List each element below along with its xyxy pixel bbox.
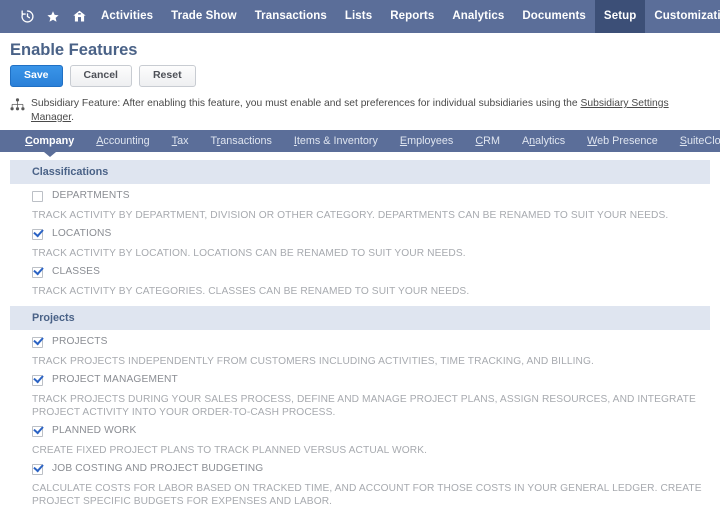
notice-text-after: . [71, 112, 74, 123]
feature-label-classes: CLASSES [52, 266, 101, 277]
top-navigation-bar: Activities Trade Show Transactions Lists… [0, 0, 720, 33]
subsidiary-notice: Subsidiary Feature: After enabling this … [0, 93, 720, 130]
feature-description-planned-work: CREATE FIXED PROJECT PLANS TO TRACK PLAN… [32, 445, 428, 456]
feature-classes: CLASSES TRACK ACTIVITY BY CATEGORIES. CL… [10, 260, 710, 298]
save-button[interactable]: Save [10, 65, 63, 87]
nav-item-reports[interactable]: Reports [381, 0, 443, 33]
checkbox-planned-work[interactable] [32, 425, 43, 437]
cancel-button[interactable]: Cancel [69, 65, 132, 87]
tab-items-inventory[interactable]: Items & Inventory [283, 130, 389, 152]
tab-transactions[interactable]: Transactions [199, 130, 282, 152]
feature-description-locations: TRACK ACTIVITY BY LOCATION. LOCATIONS CA… [32, 248, 466, 259]
star-icon[interactable] [40, 0, 66, 33]
feature-description-job-costing-and-project-budgeting: CALCULATE COSTS FOR LABOR BASED ON TRACK… [32, 483, 702, 507]
action-button-row: Save Cancel Reset [10, 65, 720, 93]
active-tab-pointer [44, 152, 56, 157]
subsidiary-notice-text: Subsidiary Feature: After enabling this … [31, 97, 710, 125]
home-icon[interactable] [66, 0, 92, 33]
nav-item-lists[interactable]: Lists [336, 0, 381, 33]
page-title: Enable Features [10, 41, 138, 59]
feature-project-management: PROJECT MANAGEMENT TRACK PROJECTS DURING… [10, 368, 710, 419]
section-header-projects: Projects [10, 306, 710, 330]
feature-projects: PROJECTS TRACK PROJECTS INDEPENDENTLY FR… [10, 330, 710, 368]
feature-description-project-management: TRACK PROJECTS DURING YOUR SALES PROCESS… [32, 394, 696, 418]
feature-planned-work: PLANNED WORK CREATE FIXED PROJECT PLANS … [10, 419, 710, 457]
feature-label-project-management: PROJECT MANAGEMENT [52, 374, 178, 385]
feature-locations: LOCATIONS TRACK ACTIVITY BY LOCATION. LO… [10, 222, 710, 260]
nav-item-customization[interactable]: Customization [645, 0, 720, 33]
nav-item-setup[interactable]: Setup [594, 0, 646, 33]
feature-label-departments: DEPARTMENTS [52, 190, 130, 201]
tab-tax[interactable]: Tax [161, 130, 200, 152]
tab-analytics[interactable]: Analytics [511, 130, 576, 152]
tab-accounting[interactable]: Accounting [85, 130, 160, 152]
feature-description-classes: TRACK ACTIVITY BY CATEGORIES. CLASSES CA… [32, 286, 470, 297]
feature-advanced-project-profitability: ADVANCED PROJECT PROFITABILITY PROJECT P… [10, 508, 710, 515]
nav-item-trade-show[interactable]: Trade Show [162, 0, 246, 33]
feature-description-projects: TRACK PROJECTS INDEPENDENTLY FROM CUSTOM… [32, 356, 594, 367]
tab-suitecloud[interactable]: SuiteCloud [669, 130, 720, 152]
tab-web-presence[interactable]: Web Presence [576, 130, 669, 152]
subtab-bar: Company Accounting Tax Transactions Item… [0, 130, 720, 157]
tab-employees[interactable]: Employees [389, 130, 464, 152]
history-icon[interactable] [14, 0, 40, 33]
feature-label-projects: PROJECTS [52, 336, 108, 347]
tab-company[interactable]: Company [14, 130, 85, 152]
feature-label-planned-work: PLANNED WORK [52, 425, 137, 436]
features-content: Classifications DEPARTMENTS TRACK ACTIVI… [0, 160, 720, 515]
subsidiary-hierarchy-icon [10, 98, 25, 112]
section-header-classifications: Classifications [10, 160, 710, 184]
feature-label-job-costing-and-project-budgeting: JOB COSTING AND PROJECT BUDGETING [52, 463, 264, 474]
reset-button[interactable]: Reset [138, 65, 196, 87]
nav-item-analytics[interactable]: Analytics [443, 0, 513, 33]
nav-item-transactions[interactable]: Transactions [246, 0, 336, 33]
checkbox-projects[interactable] [32, 336, 43, 348]
checkbox-departments[interactable] [32, 190, 43, 202]
feature-label-locations: LOCATIONS [52, 228, 112, 239]
checkbox-locations[interactable] [32, 228, 43, 240]
tab-crm[interactable]: CRM [464, 130, 511, 152]
checkbox-classes[interactable] [32, 266, 43, 278]
checkbox-project-management[interactable] [32, 374, 43, 386]
checkbox-job-costing-and-project-budgeting[interactable] [32, 463, 43, 475]
feature-description-departments: TRACK ACTIVITY BY DEPARTMENT, DIVISION O… [32, 210, 669, 221]
feature-departments: DEPARTMENTS TRACK ACTIVITY BY DEPARTMENT… [10, 184, 710, 222]
page-header: Enable Features Save Cancel Reset [0, 33, 720, 93]
nav-item-documents[interactable]: Documents [513, 0, 595, 33]
nav-item-activities[interactable]: Activities [92, 0, 162, 33]
notice-text-before: Subsidiary Feature: After enabling this … [31, 98, 581, 109]
feature-job-costing-and-project-budgeting: JOB COSTING AND PROJECT BUDGETING CALCUL… [10, 457, 710, 508]
